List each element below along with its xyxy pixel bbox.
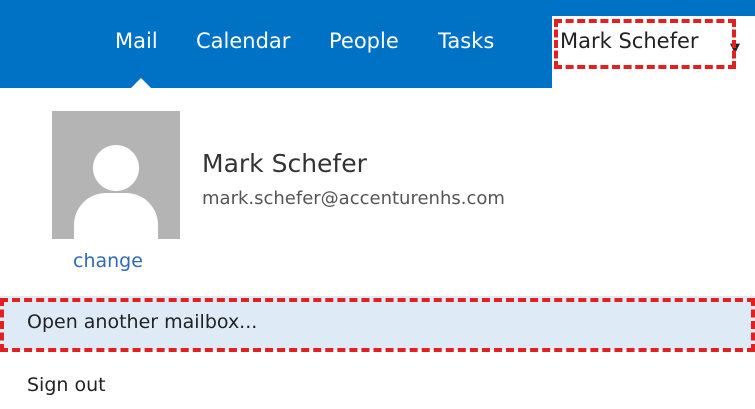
user-menu-label: Mark Schefer [560, 29, 699, 53]
sign-out-item[interactable]: Sign out [0, 366, 755, 406]
owa-user-dropdown: Mail Calendar People Tasks Mark Schefer … [0, 0, 755, 409]
sign-out-label: Sign out [27, 374, 106, 396]
avatar-head [93, 145, 139, 191]
profile-email: mark.schefer@accenturenhs.com [202, 188, 505, 209]
avatar-body [74, 193, 158, 239]
person-placeholder-icon [52, 111, 180, 239]
nav-mail[interactable]: Mail [115, 26, 158, 56]
nav-people[interactable]: People [329, 26, 399, 56]
user-menu-button[interactable]: Mark Schefer ▼ [552, 16, 755, 88]
active-nav-caret-icon [131, 78, 151, 88]
profile-name: Mark Schefer [202, 149, 367, 178]
chevron-down-icon: ▼ [730, 41, 740, 56]
nav-tasks[interactable]: Tasks [438, 26, 494, 56]
nav-calendar[interactable]: Calendar [196, 26, 290, 56]
change-photo-link[interactable]: change [73, 248, 143, 274]
open-another-mailbox-label: Open another mailbox... [27, 311, 258, 333]
open-another-mailbox-item[interactable]: Open another mailbox... [0, 296, 755, 350]
